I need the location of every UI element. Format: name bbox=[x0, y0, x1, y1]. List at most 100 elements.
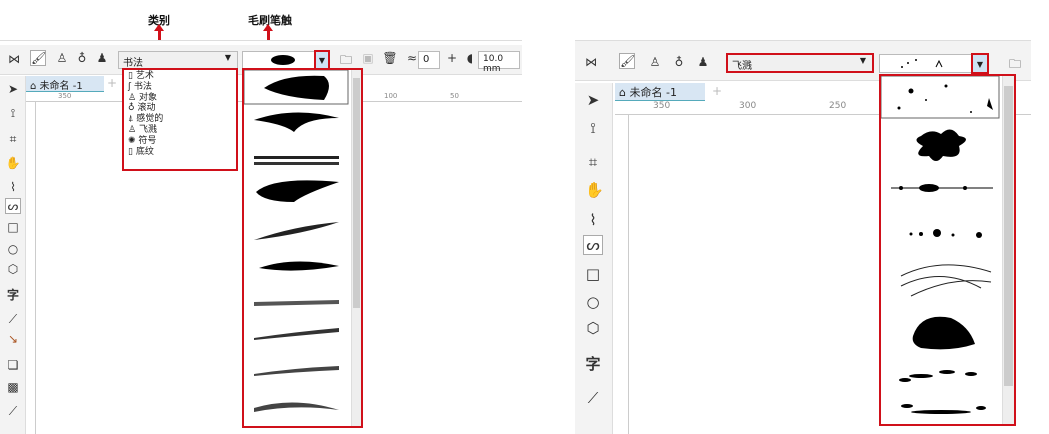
calligraphic-icon[interactable]: ♁ bbox=[671, 55, 687, 69]
rectangle-tool-icon[interactable]: □ bbox=[5, 220, 21, 234]
brush-stroke-dropdown-button[interactable]: ▼ bbox=[314, 50, 330, 70]
brush-stroke-dropdown-button[interactable]: ▼ bbox=[971, 53, 989, 74]
category-item-label: 飞溅 bbox=[138, 124, 157, 135]
save-icon[interactable]: ▣ bbox=[360, 51, 376, 65]
text-tool-icon[interactable]: 字 bbox=[585, 353, 601, 374]
sprayer-icon[interactable]: ♙ bbox=[647, 55, 663, 69]
preset-icon[interactable]: ⋈ bbox=[583, 55, 599, 69]
line-tool-icon[interactable]: ⟋ bbox=[5, 312, 21, 327]
brush-stroke-previews bbox=[881, 76, 1000, 414]
ruler-tick: 100 bbox=[384, 92, 398, 100]
freehand-tool-icon[interactable]: ᔕ bbox=[583, 235, 603, 255]
pick-tool-icon[interactable]: ➤ bbox=[5, 82, 21, 96]
category-item-sensory[interactable]: ⍋ 感觉的 bbox=[128, 114, 232, 125]
selected-brush-item bbox=[881, 76, 1000, 119]
category-item-label: 书法 bbox=[133, 81, 152, 92]
preset-icon[interactable]: ⋈ bbox=[6, 52, 22, 66]
brush-item bbox=[256, 180, 339, 202]
zoom-curve-icon[interactable]: ⌇ bbox=[5, 180, 21, 194]
category-item-symbol[interactable]: ✺ 符号 bbox=[128, 136, 232, 147]
brush-stroke-select[interactable] bbox=[879, 54, 973, 73]
plus-icon[interactable]: + bbox=[444, 51, 460, 65]
scrollbar-thumb[interactable] bbox=[353, 78, 360, 308]
vertical-ruler bbox=[27, 102, 36, 434]
brush-item bbox=[900, 264, 992, 297]
shape-tool-icon[interactable]: ⟟ bbox=[585, 119, 601, 137]
ruler-tick: 50 bbox=[450, 92, 459, 100]
add-tab-icon[interactable]: + bbox=[104, 76, 120, 90]
brush-size-input[interactable]: 10.0 mm bbox=[478, 51, 520, 74]
brush-item bbox=[891, 184, 993, 192]
category-item-label: 符号 bbox=[138, 135, 157, 146]
pan-tool-icon[interactable]: ✋ bbox=[5, 156, 21, 170]
smoothing-input[interactable]: 0 bbox=[418, 51, 440, 69]
brush-stroke-list bbox=[242, 68, 363, 428]
brush-item bbox=[916, 129, 966, 161]
crop-tool-icon[interactable]: ⌗ bbox=[585, 153, 601, 171]
ellipse-tool-icon[interactable]: ○ bbox=[5, 242, 21, 256]
chevron-down-icon: ▼ bbox=[976, 60, 983, 69]
text-tool-icon[interactable]: 字 bbox=[5, 286, 21, 303]
brush-list-scrollbar[interactable] bbox=[351, 70, 361, 426]
freehand-tool-icon[interactable]: ᔕ bbox=[5, 198, 21, 214]
brush-preview-icon bbox=[271, 55, 295, 65]
sprayer-icon[interactable]: ♙ bbox=[54, 51, 70, 65]
brush-item bbox=[897, 84, 993, 113]
pick-tool-icon[interactable]: ➤ bbox=[585, 91, 601, 109]
polygon-tool-icon[interactable]: ⬡ bbox=[5, 262, 21, 276]
shape-tool-icon[interactable]: ⟟ bbox=[5, 106, 21, 121]
category-item-scroll[interactable]: ♁ 滚动 bbox=[128, 103, 232, 114]
shadow-tool-icon[interactable]: ❏ bbox=[5, 358, 21, 372]
transparency-tool-icon[interactable]: ▩ bbox=[5, 380, 21, 394]
category-item-splatter[interactable]: ♙ 飞溅 bbox=[128, 125, 232, 136]
calligraphic-icon[interactable]: ♁ bbox=[74, 51, 90, 65]
brush-tool-icon[interactable]: 🖌 bbox=[30, 50, 46, 66]
document-tab[interactable]: ⌂ 未命名 -1 bbox=[26, 76, 104, 92]
category-item-label: 底纹 bbox=[135, 146, 154, 157]
category-item-art[interactable]: ▯ 艺术 bbox=[128, 71, 232, 82]
connector-tool-icon[interactable]: ↘ bbox=[5, 332, 21, 346]
brush-item bbox=[254, 328, 339, 340]
brush-list-scrollbar[interactable] bbox=[1002, 76, 1014, 424]
add-tab-icon[interactable]: + bbox=[709, 84, 725, 98]
brush-item bbox=[254, 366, 339, 376]
curve-tool-icon[interactable]: ⌇ bbox=[585, 211, 601, 229]
brush-stroke-previews bbox=[244, 70, 349, 412]
brush-stroke-list bbox=[879, 74, 1016, 426]
ruler-tick: 250 bbox=[829, 101, 847, 111]
brush-item bbox=[254, 112, 339, 132]
category-select[interactable]: 书法 ▼ bbox=[118, 51, 238, 69]
brush-stroke-select[interactable] bbox=[242, 51, 316, 69]
pan-tool-icon[interactable]: ✋ bbox=[585, 181, 604, 199]
chevron-down-icon: ▼ bbox=[318, 56, 325, 65]
category-item-label: 感觉的 bbox=[136, 114, 164, 125]
toolbox: ➤ ⟟ ⌗ ✋ ⌇ ᔕ □ ○ ⬡ 字 ⟋ bbox=[575, 83, 613, 434]
open-folder-icon[interactable]: 🗀 bbox=[1007, 55, 1023, 76]
category-select[interactable]: 飞溅 ▼ bbox=[726, 53, 874, 73]
toolbox: ➤ ⟟ ⌗ ✋ ⌇ ᔕ □ ○ ⬡ 字 ⟋ ↘ ❏ ▩ ⟋ bbox=[0, 76, 26, 434]
pressure-icon[interactable]: ♟ bbox=[94, 51, 110, 65]
brush-item bbox=[912, 316, 975, 350]
vertical-ruler bbox=[617, 115, 629, 434]
category-value: 飞溅 bbox=[732, 61, 752, 72]
brush-item bbox=[899, 370, 977, 382]
ruler-tick: 300 bbox=[739, 101, 757, 111]
brush-tool-icon[interactable]: 🖌 bbox=[619, 53, 635, 69]
pressure-icon[interactable]: ♟ bbox=[695, 55, 711, 69]
brush-item bbox=[901, 404, 986, 414]
rectangle-tool-icon[interactable]: □ bbox=[585, 265, 601, 283]
line-tool-icon[interactable]: ⟋ bbox=[585, 389, 601, 407]
brush-item bbox=[264, 75, 329, 100]
category-item-calligraphy[interactable]: ʃ 书法 bbox=[128, 82, 232, 93]
category-item-object[interactable]: ♙ 对象 bbox=[128, 93, 232, 104]
delete-icon[interactable]: 🗑 bbox=[382, 51, 398, 65]
ruler-tick: 350 bbox=[653, 101, 671, 111]
eyedropper-tool-icon[interactable]: ⟋ bbox=[5, 404, 21, 419]
polygon-tool-icon[interactable]: ⬡ bbox=[585, 319, 601, 337]
brush-item bbox=[254, 222, 339, 240]
scrollbar-thumb[interactable] bbox=[1004, 86, 1013, 386]
crop-tool-icon[interactable]: ⌗ bbox=[5, 132, 21, 147]
document-tab[interactable]: ⌂ 未命名 -1 bbox=[615, 83, 705, 101]
category-item-texture[interactable]: ▯ 底纹 bbox=[128, 147, 232, 158]
ellipse-tool-icon[interactable]: ○ bbox=[585, 293, 601, 311]
